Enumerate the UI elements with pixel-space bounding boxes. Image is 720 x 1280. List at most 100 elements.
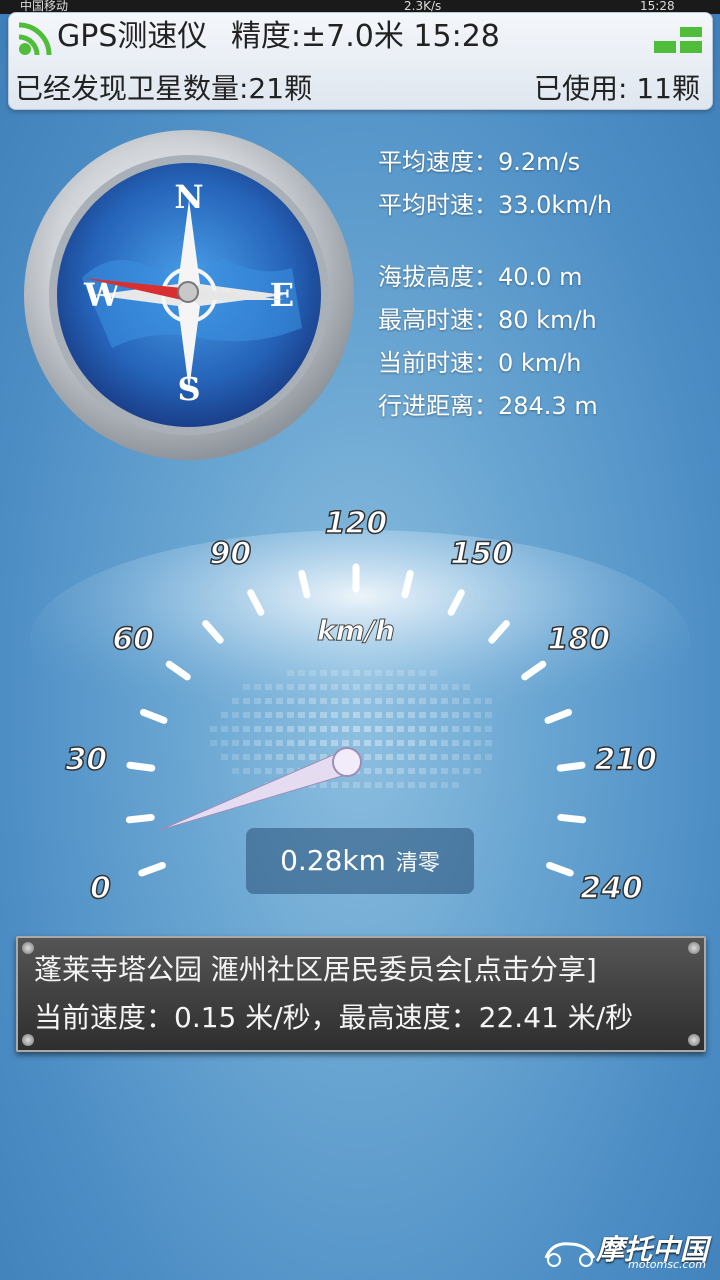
gauge-unit: km/h (317, 614, 395, 647)
world-dot (441, 726, 448, 732)
world-dot (320, 684, 327, 690)
world-dot (375, 670, 382, 676)
world-dot (320, 712, 327, 718)
world-dot (397, 782, 404, 788)
gauge-label: 0 (90, 871, 111, 906)
world-dot (386, 698, 393, 704)
header-title: GPS测速仪 精度:±7.0米 15:28 (57, 17, 500, 57)
world-dot (243, 754, 250, 760)
world-dot (342, 782, 349, 788)
world-dot (463, 740, 470, 746)
world-dot (342, 698, 349, 704)
world-dot (353, 782, 360, 788)
world-dot (474, 768, 481, 774)
clear-button[interactable]: 清零 (396, 851, 440, 876)
world-dot (265, 754, 272, 760)
world-dot (276, 726, 283, 732)
world-dot (298, 754, 305, 760)
world-dot (386, 670, 393, 676)
world-dot (386, 726, 393, 732)
world-dot (485, 712, 492, 718)
world-dot (474, 754, 481, 760)
location-panel[interactable]: 蓬莱寺塔公园 滙州社区居民委员会[点击分享] 当前速度：0.15 米/秒，最高速… (16, 936, 706, 1052)
world-dot (430, 768, 437, 774)
world-dot (430, 684, 437, 690)
world-dot (276, 768, 283, 774)
world-dot (232, 712, 239, 718)
world-dot (364, 684, 371, 690)
world-dot (463, 754, 470, 760)
world-dot (430, 698, 437, 704)
gauge-label: 210 (594, 742, 657, 777)
world-dot (331, 684, 338, 690)
world-dot (397, 684, 404, 690)
world-dot (309, 698, 316, 704)
world-dot (309, 712, 316, 718)
world-dot (419, 712, 426, 718)
gauge-label: 180 (547, 622, 610, 657)
world-dot (331, 670, 338, 676)
gauge-tick (126, 761, 156, 772)
menu-icon[interactable] (654, 27, 702, 57)
world-dot (331, 698, 338, 704)
world-dot (375, 698, 382, 704)
world-dot (397, 754, 404, 760)
compass-south: S (177, 370, 200, 408)
world-dot (419, 754, 426, 760)
world-dot (298, 698, 305, 704)
gauge-tick (557, 813, 587, 824)
screw-icon (688, 1034, 700, 1046)
world-dot (364, 698, 371, 704)
world-dot (265, 698, 272, 704)
gauge-label: 30 (65, 742, 107, 777)
world-dot (397, 712, 404, 718)
world-dot (254, 712, 261, 718)
world-dot (210, 740, 217, 746)
world-dot (298, 726, 305, 732)
trip-distance: 0.28km (280, 844, 386, 877)
world-dot (265, 712, 272, 718)
world-dot (386, 768, 393, 774)
world-dot (221, 740, 228, 746)
world-dot (298, 740, 305, 746)
world-dot (386, 740, 393, 746)
world-dot (243, 684, 250, 690)
world-dot (254, 684, 261, 690)
location-address[interactable]: 蓬莱寺塔公园 滙州社区居民委员会[点击分享] (34, 950, 597, 990)
world-dot (474, 698, 481, 704)
gauge-label: 120 (325, 506, 388, 541)
world-dot (474, 740, 481, 746)
world-dot (364, 754, 371, 760)
world-dot (485, 698, 492, 704)
world-dot (265, 684, 272, 690)
world-dot (298, 712, 305, 718)
world-dot (309, 740, 316, 746)
accuracy-label: 精度:±7.0米 15:28 (230, 19, 500, 54)
altitude: 海拔高度：40.0 m (378, 263, 583, 291)
gauge-tick (125, 813, 155, 824)
world-dot (441, 712, 448, 718)
world-dot (408, 670, 415, 676)
world-dot (331, 740, 338, 746)
world-dot (441, 782, 448, 788)
world-dot (474, 726, 481, 732)
satellites-used: 已使用: 11颗 (534, 72, 700, 105)
world-dot (309, 684, 316, 690)
world-dot (419, 684, 426, 690)
world-dot (309, 670, 316, 676)
trip-distance-button[interactable]: 0.28km 清零 (246, 828, 474, 894)
gauge-label: 150 (450, 537, 513, 572)
world-dot (408, 684, 415, 690)
needle-hub (332, 747, 362, 777)
world-dot (232, 740, 239, 746)
world-dot (375, 684, 382, 690)
world-dot (430, 740, 437, 746)
avg-hour-speed: 平均时速：33.0km/h (378, 191, 613, 219)
world-dot (331, 726, 338, 732)
world-dot (419, 768, 426, 774)
world-dot (441, 768, 448, 774)
world-dot (276, 740, 283, 746)
world-dot (419, 670, 426, 676)
world-dot (386, 754, 393, 760)
world-dot (232, 698, 239, 704)
